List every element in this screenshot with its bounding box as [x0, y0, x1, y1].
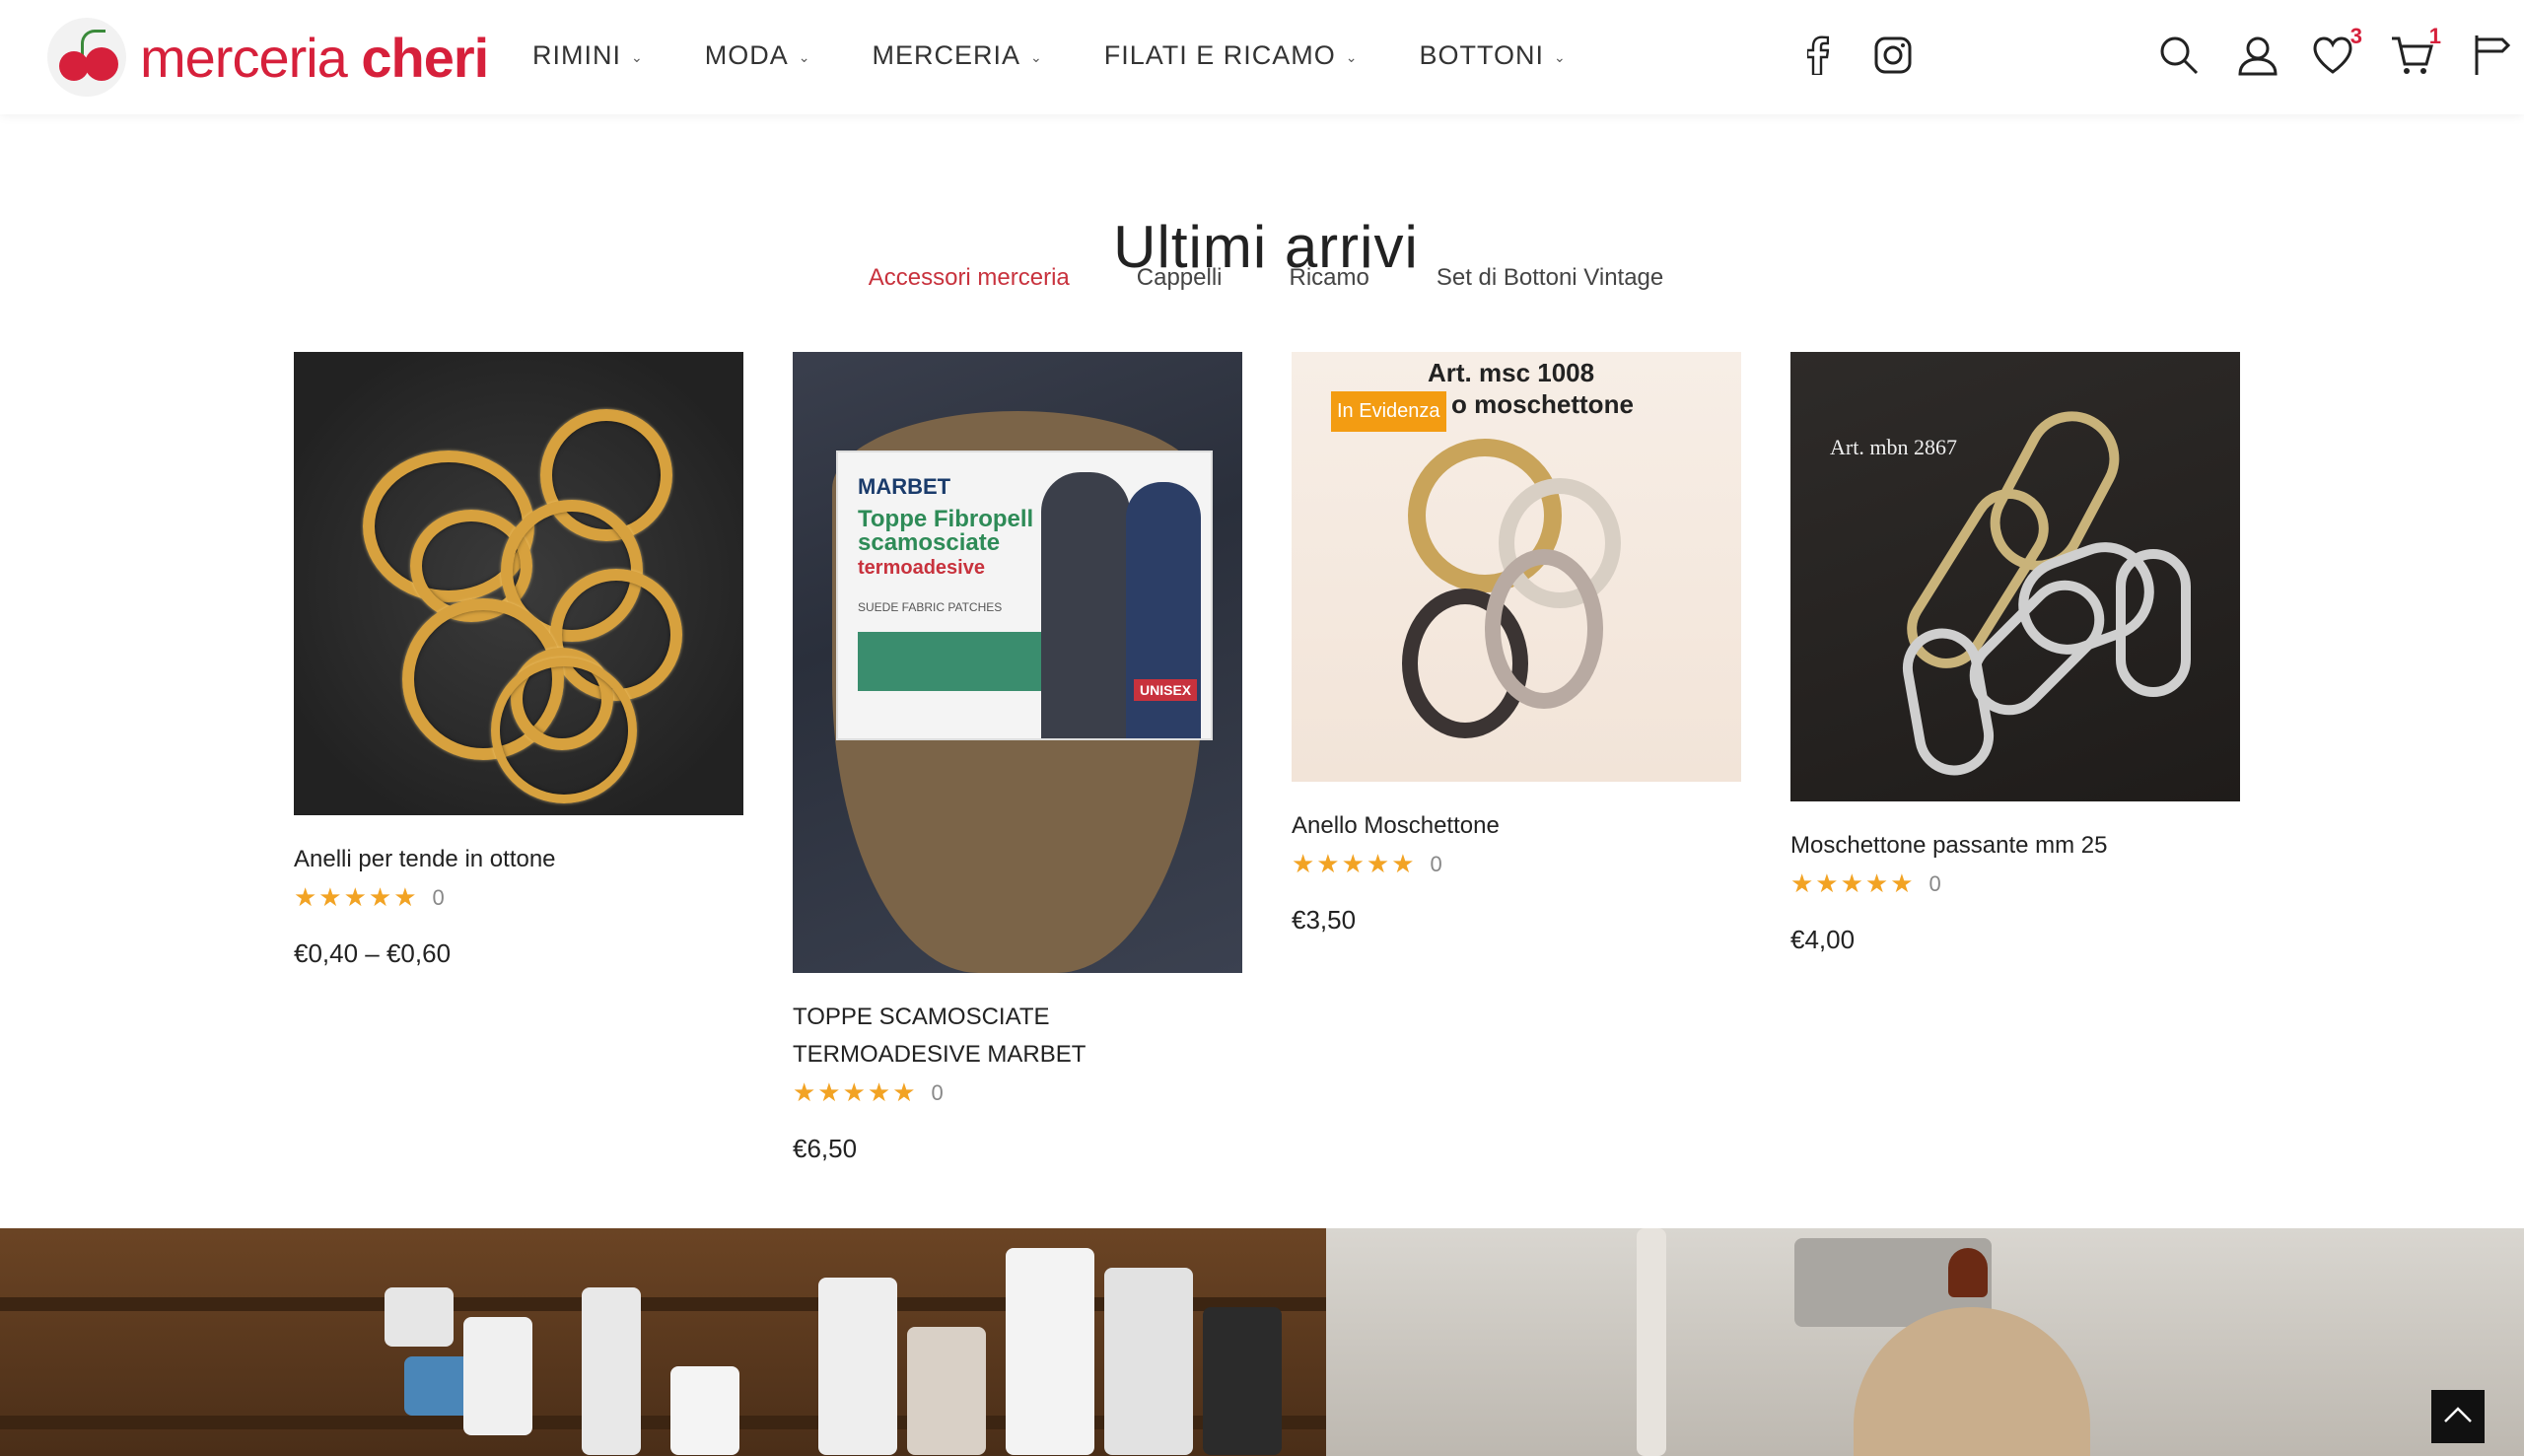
- main-nav: RIMINI ⌄ MODA ⌄ MERCERIA ⌄ FILATI E RICA…: [532, 0, 1628, 110]
- product-image[interactable]: Art. mbn 2867: [1790, 352, 2240, 801]
- product-title[interactable]: Anelli per tende in ottone: [294, 841, 743, 878]
- product-image[interactable]: MARBET Toppe Fibropell scamosciate termo…: [793, 352, 1242, 973]
- product-rating: ★★★★★ 0: [1790, 868, 2240, 899]
- signpost-icon[interactable]: [2465, 28, 2516, 83]
- account-icon[interactable]: [2232, 28, 2283, 83]
- rating-stars: ★★★★★: [1790, 868, 1916, 898]
- package-badge: UNISEX: [1134, 679, 1198, 701]
- chevron-down-icon: ⌄: [1029, 48, 1043, 65]
- nav-item-filati-e-ricamo[interactable]: FILATI E RICAMO ⌄: [1104, 40, 1359, 71]
- brand-name-light: merceria: [140, 26, 348, 89]
- product-price: €6,50: [793, 1134, 858, 1163]
- chevron-down-icon: ⌄: [1345, 48, 1359, 65]
- product-image[interactable]: [294, 352, 743, 815]
- product-rating: ★★★★★ 0: [1292, 849, 1741, 879]
- tab-cappelli[interactable]: Cappelli: [1137, 264, 1223, 292]
- chevron-down-icon: ⌄: [798, 48, 811, 65]
- image-caption: o moschettone: [1451, 389, 1634, 419]
- facebook-icon[interactable]: [1794, 30, 1842, 81]
- review-count: 0: [432, 884, 445, 910]
- package-sub: SUEDE FABRIC PATCHES: [858, 600, 1003, 614]
- product-price: €0,40 – €0,60: [294, 938, 452, 968]
- shop-interior-banner: [0, 1228, 2524, 1456]
- tab-ricamo[interactable]: Ricamo: [1290, 264, 1369, 292]
- package-label: MARBET Toppe Fibropell scamosciate termo…: [836, 451, 1213, 740]
- product-price: €4,00: [1790, 925, 1856, 954]
- search-icon[interactable]: [2153, 28, 2205, 83]
- nav-label: BOTTONI: [1419, 39, 1544, 70]
- wishlist-icon[interactable]: 3: [2307, 24, 2362, 83]
- review-count: 0: [1430, 851, 1442, 876]
- package-brand: MARBET: [858, 474, 951, 499]
- nav-item-moda[interactable]: MODA ⌄: [705, 40, 811, 71]
- cherry-logo-icon: [47, 18, 126, 97]
- product-title[interactable]: Moschettone passante mm 25: [1790, 827, 2240, 865]
- nav-item-rimini[interactable]: RIMINI ⌄: [532, 40, 644, 71]
- brand-name: merceria cheri: [140, 26, 489, 90]
- featured-badge: In Evidenza: [1331, 391, 1446, 432]
- instagram-icon[interactable]: [1869, 30, 1917, 81]
- category-tabs: Accessori merceria Cappelli Ricamo Set d…: [0, 264, 2524, 292]
- nav-item-merceria[interactable]: MERCERIA ⌄: [872, 40, 1042, 71]
- image-caption: Art. mbn 2867: [1830, 435, 1957, 459]
- tab-accessori-merceria[interactable]: Accessori merceria: [869, 264, 1070, 292]
- image-caption: Art. msc 1008: [1428, 358, 1595, 387]
- wishlist-count-badge: 3: [2349, 24, 2362, 48]
- product-card: Art. msc 1008 o moschettone In Evidenza …: [1292, 352, 1741, 936]
- rating-stars: ★★★★★: [793, 1077, 918, 1107]
- back-to-top-button[interactable]: [2431, 1390, 2485, 1443]
- product-rating: ★★★★★ 0: [294, 882, 743, 913]
- nav-label: RIMINI: [532, 39, 621, 70]
- cart-count-badge: 1: [2428, 24, 2441, 48]
- chevron-down-icon: ⌄: [631, 48, 644, 65]
- product-card: MARBET Toppe Fibropell scamosciate termo…: [793, 352, 1242, 1164]
- product-price: €3,50: [1292, 905, 1357, 935]
- site-header: merceria cheri RIMINI ⌄ MODA ⌄ MERCERIA …: [0, 0, 2524, 114]
- product-card: Anelli per tende in ottone ★★★★★ 0 €0,40…: [294, 352, 743, 969]
- brand-logo[interactable]: merceria cheri: [47, 10, 489, 104]
- chevron-down-icon: ⌄: [1554, 48, 1567, 65]
- product-card: Art. mbn 2867 Moschettone passante mm 25…: [1790, 352, 2240, 955]
- package-subhead: termoadesive: [858, 557, 985, 579]
- product-title[interactable]: Anello Moschettone: [1292, 807, 1741, 845]
- product-image[interactable]: Art. msc 1008 o moschettone In Evidenza: [1292, 352, 1741, 782]
- nav-label: MERCERIA: [872, 39, 1020, 70]
- product-title[interactable]: TOPPE SCAMOSCIATE TERMOADESIVE MARBET: [793, 999, 1242, 1074]
- nav-item-bottoni[interactable]: BOTTONI ⌄: [1419, 40, 1566, 71]
- chevron-up-icon: [2443, 1406, 2473, 1428]
- cart-icon[interactable]: 1: [2386, 24, 2441, 83]
- tab-set-di-bottoni-vintage[interactable]: Set di Bottoni Vintage: [1437, 264, 1663, 292]
- review-count: 0: [1928, 870, 1941, 896]
- rating-stars: ★★★★★: [294, 882, 419, 912]
- package-headline: Toppe Fibropell scamosciate: [858, 506, 1034, 556]
- nav-label: FILATI E RICAMO: [1103, 39, 1336, 70]
- product-rating: ★★★★★ 0: [793, 1077, 1242, 1108]
- rating-stars: ★★★★★: [1292, 849, 1417, 878]
- nav-label: MODA: [704, 39, 789, 70]
- brand-name-bold: cheri: [361, 26, 489, 89]
- review-count: 0: [931, 1079, 944, 1105]
